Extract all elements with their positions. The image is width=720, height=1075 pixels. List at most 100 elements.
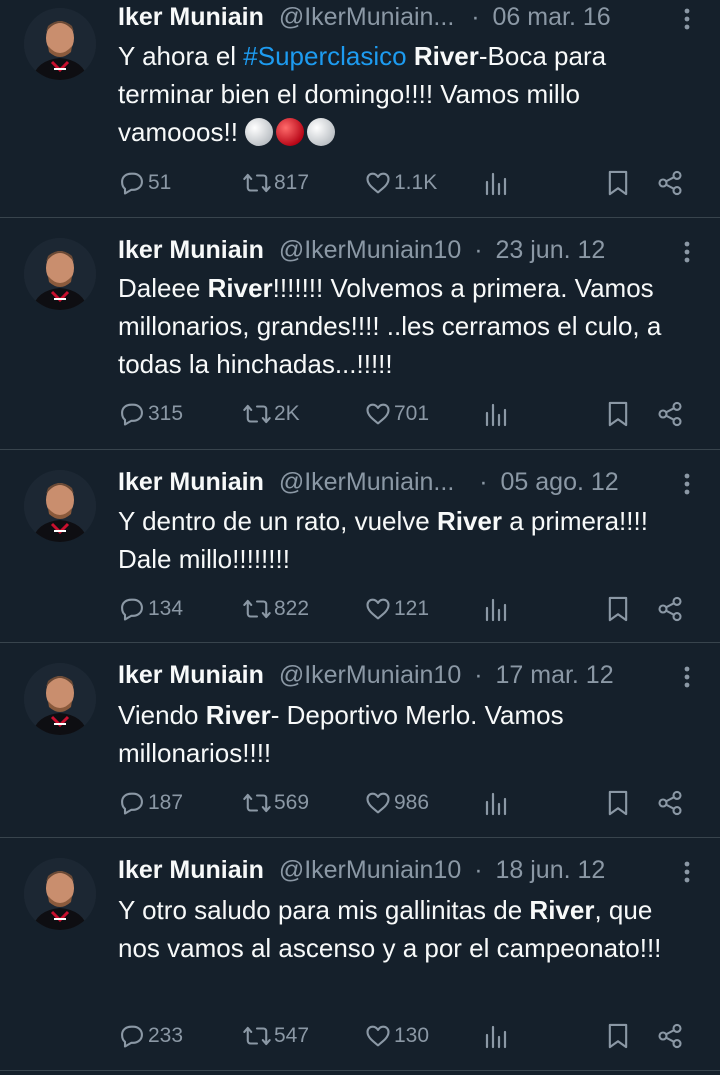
like-count: 121 <box>394 597 430 620</box>
bookmark-button[interactable] <box>606 589 630 629</box>
reply-button[interactable]: 233 <box>118 1016 183 1056</box>
tweet-date[interactable]: 06 mar. 16 <box>493 0 611 34</box>
repost-button[interactable]: 547 <box>242 1016 309 1056</box>
author-name[interactable]: Iker Muniain <box>118 658 264 692</box>
like-icon <box>366 1025 390 1047</box>
tweet-text: Y otro saludo para mis gallinitas de Riv… <box>118 891 698 967</box>
share-button[interactable] <box>656 589 684 629</box>
reply-icon <box>121 598 143 621</box>
tweet[interactable]: Iker Muniain @IkerMuniain10 · 17 mar. 12… <box>0 643 720 838</box>
highlight-keyword: River <box>436 506 503 536</box>
hashtag-link[interactable]: #Superclasico <box>243 41 406 71</box>
tweet-actions: 187 569 986 <box>118 783 700 823</box>
like-icon <box>366 598 390 620</box>
reply-count: 187 <box>148 791 184 814</box>
views-button[interactable] <box>484 1016 508 1056</box>
tweet[interactable]: Iker Muniain @IkerMuniain... · 05 ago. 1… <box>0 450 720 643</box>
tweet-actions: 315 2K 701 <box>118 394 700 434</box>
reply-button[interactable]: 134 <box>118 589 183 629</box>
like-icon <box>366 792 390 814</box>
like-count: 701 <box>394 402 430 425</box>
share-button[interactable] <box>656 783 684 823</box>
like-count: 986 <box>394 791 430 814</box>
like-button[interactable]: 701 <box>364 394 429 434</box>
author-handle[interactable]: @IkerMuniain10 <box>279 853 461 887</box>
views-button[interactable] <box>484 589 508 629</box>
views-icon <box>485 792 507 816</box>
tweet[interactable]: Iker Muniain @IkerMuniain10 · 18 jun. 12… <box>0 838 720 1071</box>
tweet-text: Daleee River!!!!!!! Volvemos a primera. … <box>118 269 698 383</box>
author-handle[interactable]: @IkerMuniain10 <box>279 233 461 267</box>
bookmark-button[interactable] <box>606 394 630 434</box>
highlight-keyword: River <box>413 41 479 71</box>
text-segment: Daleee <box>118 273 208 303</box>
reply-count: 315 <box>148 402 184 425</box>
author-handle[interactable]: @IkerMuniain10 <box>279 658 461 692</box>
repost-button[interactable]: 569 <box>242 783 309 823</box>
views-button[interactable] <box>484 163 508 203</box>
more-icon[interactable] <box>682 855 692 889</box>
repost-button[interactable]: 817 <box>242 163 309 203</box>
more-icon[interactable] <box>682 2 692 36</box>
reply-button[interactable]: 187 <box>118 783 183 823</box>
like-button[interactable]: 986 <box>364 783 429 823</box>
avatar[interactable] <box>24 663 96 735</box>
repost-count: 817 <box>274 171 310 194</box>
avatar[interactable] <box>24 8 96 80</box>
repost-count: 822 <box>274 597 310 620</box>
tweet-date[interactable]: 18 jun. 12 <box>495 853 605 887</box>
separator-dot: · <box>479 468 488 496</box>
bookmark-icon <box>608 170 628 196</box>
avatar[interactable] <box>24 858 96 930</box>
separator-dot: · <box>474 661 483 689</box>
tweet[interactable]: Iker Muniain @IkerMuniain... · 06 mar. 1… <box>0 0 720 218</box>
like-button[interactable]: 130 <box>364 1016 429 1056</box>
tweet-text: Viendo River- Deportivo Merlo. Vamos mil… <box>118 696 698 772</box>
reply-count: 51 <box>148 171 172 194</box>
avatar[interactable] <box>24 470 96 542</box>
author-handle[interactable]: @IkerMuniain... <box>279 465 454 499</box>
tweet-date[interactable]: 17 mar. 12 <box>495 658 613 692</box>
repost-button[interactable]: 2K <box>242 394 300 434</box>
separator-dot: · <box>471 3 480 31</box>
tweet[interactable]: Iker Muniain @IkerMuniain10 · 23 jun. 12… <box>0 218 720 450</box>
share-icon <box>658 596 682 622</box>
share-icon <box>658 170 682 196</box>
avatar[interactable] <box>24 238 96 310</box>
reply-icon <box>121 172 143 195</box>
like-button[interactable]: 121 <box>364 589 429 629</box>
views-button[interactable] <box>484 394 508 434</box>
text-segment: Viendo <box>118 700 206 730</box>
like-button[interactable]: 1.1K <box>364 163 437 203</box>
share-button[interactable] <box>656 1016 684 1056</box>
bookmark-icon <box>608 401 628 427</box>
reply-button[interactable]: 51 <box>118 163 171 203</box>
bookmark-icon <box>608 596 628 622</box>
tweet-text: Y dentro de un rato, vuelve River a prim… <box>118 502 698 578</box>
author-handle[interactable]: @IkerMuniain... <box>279 0 454 34</box>
views-icon <box>485 598 507 622</box>
more-icon[interactable] <box>682 235 692 269</box>
repost-button[interactable]: 822 <box>242 589 309 629</box>
repost-icon <box>243 1026 271 1046</box>
views-button[interactable] <box>484 783 508 823</box>
tweet-date[interactable]: 05 ago. 12 <box>501 465 619 499</box>
more-icon[interactable] <box>682 660 692 694</box>
tweet-date[interactable]: 23 jun. 12 <box>495 233 605 267</box>
bookmark-button[interactable] <box>606 783 630 823</box>
author-name[interactable]: Iker Muniain <box>118 853 264 887</box>
timeline: Iker Muniain @IkerMuniain... · 06 mar. 1… <box>0 0 720 1071</box>
like-count: 1.1K <box>394 171 438 194</box>
share-button[interactable] <box>656 163 684 203</box>
share-icon <box>658 401 682 427</box>
author-name[interactable]: Iker Muniain <box>118 465 264 499</box>
reply-count: 134 <box>148 597 184 620</box>
reply-button[interactable]: 315 <box>118 394 183 434</box>
bookmark-button[interactable] <box>606 1016 630 1056</box>
share-button[interactable] <box>656 394 684 434</box>
more-icon[interactable] <box>682 467 692 501</box>
author-name[interactable]: Iker Muniain <box>118 0 264 34</box>
bookmark-button[interactable] <box>606 163 630 203</box>
repost-count: 547 <box>274 1024 310 1047</box>
author-name[interactable]: Iker Muniain <box>118 233 264 267</box>
